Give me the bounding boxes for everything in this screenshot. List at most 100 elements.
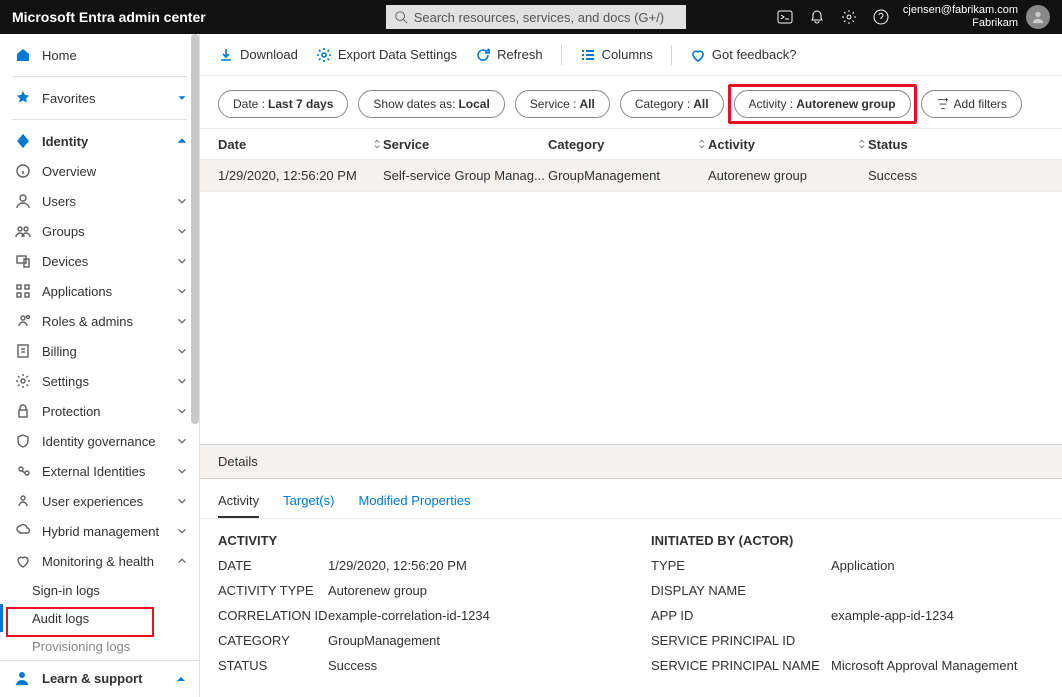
chevron-down-icon (175, 434, 189, 448)
sidebar-signin-logs[interactable]: Sign-in logs (0, 576, 199, 604)
details-header: Details (200, 445, 1062, 479)
sidebar-home[interactable]: Home (0, 40, 199, 70)
sidebar-scrollbar[interactable] (191, 34, 199, 424)
health-icon (15, 553, 31, 569)
chevron-down-icon (175, 344, 189, 358)
filter-date[interactable]: Date : Last 7 days (218, 90, 348, 118)
chevron-up-icon (175, 554, 189, 568)
add-filters-button[interactable]: Add filters (921, 90, 1022, 118)
person-icon (1031, 10, 1045, 24)
export-button[interactable]: Export Data Settings (316, 47, 457, 63)
sidebar-user-experiences[interactable]: User experiences (0, 486, 199, 516)
apps-icon (15, 283, 31, 299)
chevron-down-icon (175, 224, 189, 238)
actor-heading: INITIATED BY (ACTOR) (651, 533, 1044, 548)
chevron-down-icon (175, 464, 189, 478)
filter-add-icon (936, 97, 950, 111)
audit-table: Date Service Category Activity Status 1/… (200, 128, 1062, 444)
col-category[interactable]: Category (548, 137, 604, 152)
activity-heading: ACTIVITY (218, 533, 611, 548)
sort-icon[interactable] (696, 138, 708, 150)
chevron-down-icon (175, 374, 189, 388)
command-bar: Download Export Data Settings Refresh Co… (200, 34, 1062, 76)
external-icon (15, 463, 31, 479)
col-activity[interactable]: Activity (708, 137, 755, 152)
billing-icon (15, 343, 31, 359)
ux-icon (15, 493, 31, 509)
refresh-button[interactable]: Refresh (475, 47, 543, 63)
chevron-down-icon (175, 314, 189, 328)
sidebar-protection[interactable]: Protection (0, 396, 199, 426)
sidebar-billing[interactable]: Billing (0, 336, 199, 366)
sidebar-learn-support[interactable]: Learn & support (0, 660, 199, 696)
sidebar-roles[interactable]: Roles & admins (0, 306, 199, 336)
sidebar-applications[interactable]: Applications (0, 276, 199, 306)
refresh-icon (475, 47, 491, 63)
col-status[interactable]: Status (868, 137, 908, 152)
details-pane: Details Activity Target(s) Modified Prop… (200, 444, 1062, 697)
sidebar-users[interactable]: Users (0, 186, 199, 216)
sidebar-identity-governance[interactable]: Identity governance (0, 426, 199, 456)
filter-category[interactable]: Category : All (620, 90, 724, 118)
chevron-down-icon (175, 404, 189, 418)
sidebar-monitoring[interactable]: Monitoring & health (0, 546, 199, 576)
devices-icon (15, 253, 31, 269)
columns-button[interactable]: Columns (580, 47, 653, 63)
search-icon (394, 10, 408, 24)
chevron-up-icon (173, 671, 189, 687)
download-icon (218, 47, 234, 63)
sidebar-favorites[interactable]: Favorites (0, 83, 199, 113)
user-account[interactable]: cjensen@fabrikam.com Fabrikam (903, 4, 1018, 30)
filter-show-dates[interactable]: Show dates as: Local (358, 90, 504, 118)
roles-icon (15, 313, 31, 329)
notifications-icon[interactable] (809, 9, 825, 25)
tab-modified-properties[interactable]: Modified Properties (358, 493, 470, 518)
chevron-down-icon (175, 194, 189, 208)
app-title: Microsoft Entra admin center (12, 9, 206, 25)
search-input[interactable]: Search resources, services, and docs (G+… (386, 5, 686, 29)
filter-service[interactable]: Service : All (515, 90, 610, 118)
sidebar-provisioning-logs[interactable]: Provisioning logs (0, 632, 199, 660)
feedback-button[interactable]: Got feedback? (690, 47, 797, 63)
sidebar-audit-logs[interactable]: Audit logs (0, 604, 199, 632)
governance-icon (15, 433, 31, 449)
home-icon (15, 47, 31, 63)
tab-activity[interactable]: Activity (218, 493, 259, 518)
sidebar-identity[interactable]: Identity (0, 126, 199, 156)
columns-icon (580, 47, 596, 63)
topbar: Microsoft Entra admin center Search reso… (0, 0, 1062, 34)
chevron-down-icon (175, 494, 189, 508)
filter-bar: Date : Last 7 days Show dates as: Local … (200, 76, 1062, 128)
hybrid-icon (15, 523, 31, 539)
sidebar-overview[interactable]: Overview (0, 156, 199, 186)
lock-icon (15, 403, 31, 419)
sidebar-external-identities[interactable]: External Identities (0, 456, 199, 486)
sidebar-settings[interactable]: Settings (0, 366, 199, 396)
table-row[interactable]: 1/29/2020, 12:56:20 PM Self-service Grou… (200, 160, 1062, 192)
help-icon[interactable] (873, 9, 889, 25)
avatar[interactable] (1026, 5, 1050, 29)
gear-icon (15, 373, 31, 389)
info-icon (15, 163, 31, 179)
chevron-down-icon (175, 524, 189, 538)
sidebar: Home Favorites Identity Overview Users G… (0, 34, 200, 697)
sidebar-devices[interactable]: Devices (0, 246, 199, 276)
topbar-icons (777, 9, 889, 25)
sidebar-groups[interactable]: Groups (0, 216, 199, 246)
filter-activity[interactable]: Activity : Autorenew group (734, 90, 911, 118)
sort-icon[interactable] (856, 138, 868, 150)
col-date[interactable]: Date (218, 137, 246, 152)
col-service[interactable]: Service (383, 137, 429, 152)
group-icon (15, 223, 31, 239)
gear-icon (316, 47, 332, 63)
settings-icon[interactable] (841, 9, 857, 25)
tab-targets[interactable]: Target(s) (283, 493, 334, 518)
chevron-down-icon (175, 254, 189, 268)
download-button[interactable]: Download (218, 47, 298, 63)
sidebar-hybrid[interactable]: Hybrid management (0, 516, 199, 546)
details-actor-col: INITIATED BY (ACTOR) TYPEApplication DIS… (651, 533, 1044, 683)
cloudshell-icon[interactable] (777, 9, 793, 25)
chevron-up-icon (175, 134, 189, 148)
sort-icon[interactable] (371, 138, 383, 150)
main: Download Export Data Settings Refresh Co… (200, 34, 1062, 697)
